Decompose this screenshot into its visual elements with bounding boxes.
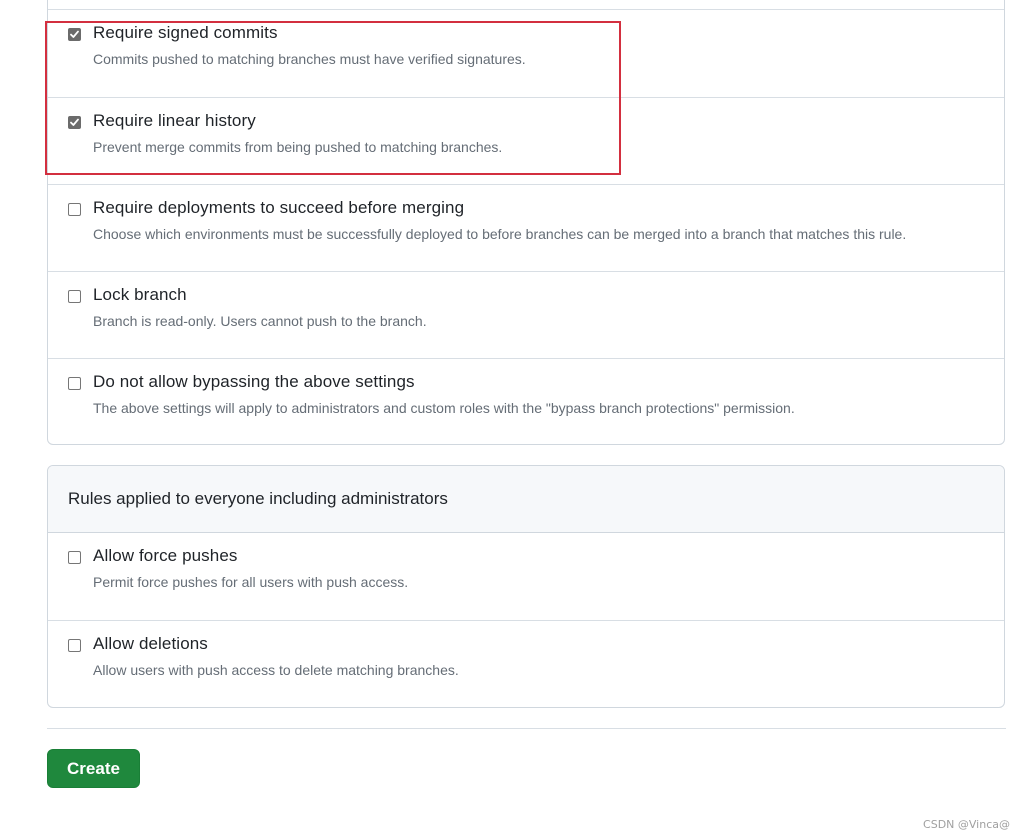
protection-options-panel: Require signed commits Commits pushed to…	[47, 0, 1005, 445]
form-divider	[47, 728, 1006, 729]
no-bypass-checkbox[interactable]	[68, 377, 81, 390]
allow-deletions-checkbox[interactable]	[68, 639, 81, 652]
require-deployments-label[interactable]: Require deployments to succeed before me…	[93, 198, 464, 218]
everyone-rules-title: Rules applied to everyone including admi…	[68, 489, 448, 508]
option-row-require-linear-history: Require linear history Prevent merge com…	[48, 97, 1004, 184]
require-signed-commits-checkbox[interactable]	[68, 28, 81, 41]
allow-deletions-label[interactable]: Allow deletions	[93, 634, 208, 654]
option-row-lock-branch: Lock branch Branch is read-only. Users c…	[48, 271, 1004, 358]
require-deployments-description: Choose which environments must be succes…	[93, 226, 907, 242]
option-row-no-bypass: Do not allow bypassing the above setting…	[48, 358, 1004, 444]
option-row-allow-deletions: Allow deletions Allow users with push ac…	[48, 620, 1004, 707]
allow-force-pushes-label[interactable]: Allow force pushes	[93, 546, 237, 566]
require-linear-history-description: Prevent merge commits from being pushed …	[93, 139, 503, 155]
allow-force-pushes-checkbox[interactable]	[68, 551, 81, 564]
require-deployments-checkbox[interactable]	[68, 203, 81, 216]
check-icon	[70, 118, 79, 126]
option-row-require-signed-commits: Require signed commits Commits pushed to…	[48, 9, 1004, 97]
require-linear-history-label[interactable]: Require linear history	[93, 111, 256, 131]
option-row-require-deployments: Require deployments to succeed before me…	[48, 184, 1004, 271]
everyone-rules-header: Rules applied to everyone including admi…	[48, 466, 1004, 533]
check-icon	[70, 30, 79, 38]
allow-deletions-description: Allow users with push access to delete m…	[93, 662, 459, 678]
lock-branch-label[interactable]: Lock branch	[93, 285, 187, 305]
no-bypass-description: The above settings will apply to adminis…	[93, 400, 795, 416]
create-button[interactable]: Create	[47, 749, 140, 788]
lock-branch-checkbox[interactable]	[68, 290, 81, 303]
lock-branch-description: Branch is read-only. Users cannot push t…	[93, 313, 427, 329]
everyone-rules-panel: Rules applied to everyone including admi…	[47, 465, 1005, 708]
require-signed-commits-description: Commits pushed to matching branches must…	[93, 51, 526, 67]
allow-force-pushes-description: Permit force pushes for all users with p…	[93, 574, 409, 590]
require-linear-history-checkbox[interactable]	[68, 116, 81, 129]
watermark-text: CSDN @Vinca@	[923, 818, 1010, 831]
option-row-allow-force-pushes: Allow force pushes Permit force pushes f…	[48, 533, 1004, 621]
require-signed-commits-label[interactable]: Require signed commits	[93, 23, 278, 43]
no-bypass-label[interactable]: Do not allow bypassing the above setting…	[93, 372, 415, 392]
